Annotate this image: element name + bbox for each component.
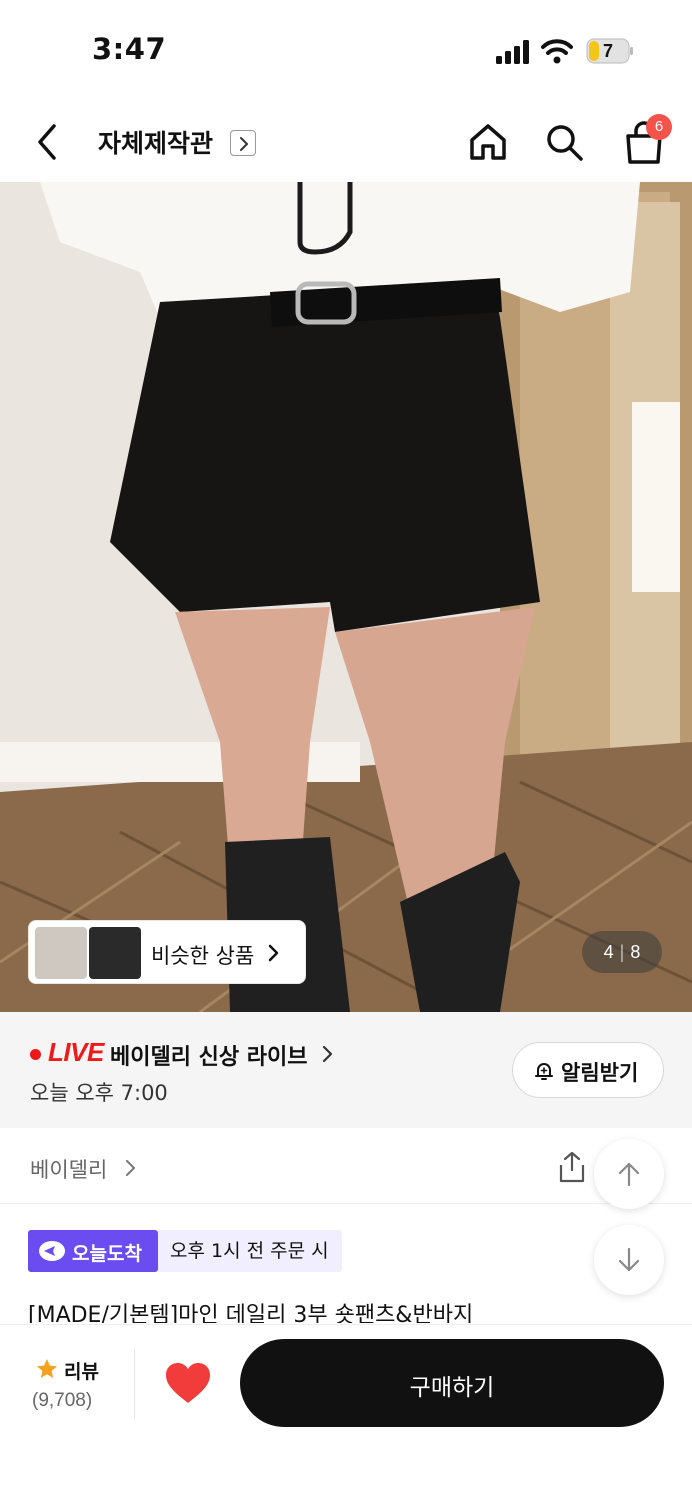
wifi-icon: [541, 39, 573, 64]
similar-products-button[interactable]: 비슷한 상품: [28, 920, 306, 984]
today-delivery-label: 오늘도착: [72, 1243, 142, 1265]
star-icon: [37, 1359, 57, 1378]
status-bar: 3:47 7: [0, 0, 692, 100]
scroll-to-bottom-button[interactable]: [594, 1225, 664, 1295]
top-nav: 자체제작관: [0, 100, 692, 182]
brand-row: 베이델리: [0, 1128, 692, 1204]
bell-plus-icon: [535, 1063, 553, 1080]
chevron-right-icon[interactable]: [124, 1158, 138, 1178]
live-dot-icon: [30, 1049, 41, 1060]
today-delivery-badge: 오늘도착: [28, 1230, 158, 1272]
image-counter: 4 | 8: [582, 931, 662, 973]
notify-label: 알림받기: [561, 1061, 639, 1085]
product-photo: [0, 182, 692, 1012]
live-time: 오늘 오후 7:00: [30, 1081, 168, 1105]
delivery-icon: [39, 1241, 65, 1261]
product-title: [MADE/기본템]마인 데일리 3부 숏팬츠&반바지: [28, 1303, 474, 1323]
back-icon[interactable]: [28, 120, 68, 164]
review-count[interactable]: (9,708): [32, 1390, 92, 1412]
bottom-action-bar: 리뷰 (9,708) 구매하기: [0, 1324, 692, 1500]
buy-button[interactable]: 구매하기: [240, 1339, 664, 1427]
divider: [134, 1349, 135, 1419]
similar-thumbnail: [35, 927, 87, 979]
brand-name[interactable]: 베이델리: [30, 1154, 107, 1184]
heart-icon[interactable]: [164, 1361, 212, 1405]
product-image[interactable]: [0, 182, 692, 1012]
image-counter-current: 4: [603, 942, 614, 962]
signal-icon: [496, 40, 529, 64]
live-title[interactable]: 베이델리 신상 라이브: [110, 1039, 307, 1071]
order-deadline-note: 오후 1시 전 주문 시: [158, 1230, 342, 1272]
notify-button[interactable]: 알림받기: [512, 1042, 664, 1098]
share-icon[interactable]: [556, 1150, 588, 1184]
image-counter-total: 8: [630, 942, 641, 962]
status-time: 3:47: [92, 32, 167, 66]
chevron-right-icon: [268, 944, 279, 962]
battery-level: 7: [602, 41, 613, 61]
live-banner[interactable]: LIVE 베이델리 신상 라이브 오늘 오후 7:00 알림받기: [0, 1012, 692, 1128]
buy-label: 구매하기: [409, 1375, 495, 1401]
review-label[interactable]: 리뷰: [64, 1357, 99, 1384]
shop-title-chevron-icon[interactable]: [230, 130, 256, 156]
image-counter-separator: |: [619, 942, 625, 962]
chevron-right-icon: [322, 1045, 333, 1063]
similar-thumbnail: [89, 927, 141, 979]
arrow-up-icon: [618, 1162, 640, 1187]
shop-title[interactable]: 자체제작관: [98, 124, 213, 160]
live-badge: LIVE: [48, 1037, 104, 1067]
home-icon[interactable]: [466, 120, 510, 164]
similar-products-label: 비슷한 상품: [151, 944, 255, 968]
cart-count-badge: 6: [646, 114, 672, 140]
scroll-to-top-button[interactable]: [594, 1139, 664, 1209]
arrow-down-icon: [618, 1247, 640, 1272]
search-icon[interactable]: [542, 120, 586, 164]
